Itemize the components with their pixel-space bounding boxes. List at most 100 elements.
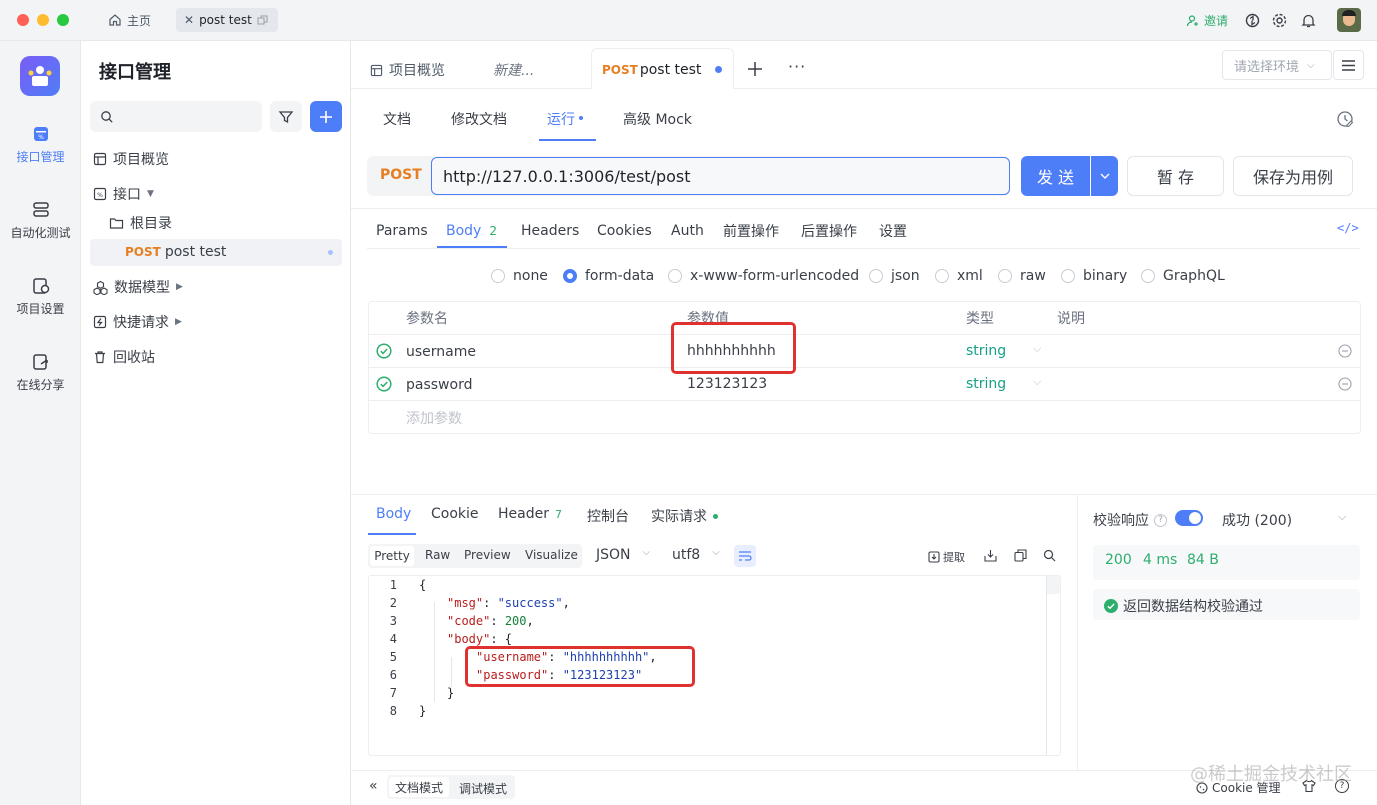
response-tab-body[interactable]: Body bbox=[376, 506, 411, 522]
response-tab-header[interactable]: Header 7 bbox=[498, 506, 562, 522]
view-visualize-button[interactable]: Visualize bbox=[525, 548, 578, 562]
view-preview-button[interactable]: Preview bbox=[464, 548, 511, 562]
close-window-button[interactable] bbox=[17, 14, 29, 26]
radio-circle bbox=[869, 269, 883, 283]
view-raw-button[interactable]: Raw bbox=[425, 548, 450, 562]
scrollbar-thumb[interactable] bbox=[1047, 576, 1060, 594]
response-tab-cookie[interactable]: Cookie bbox=[431, 506, 479, 522]
remove-circle-icon[interactable] bbox=[1338, 377, 1352, 391]
tab-project-overview[interactable]: 项目概览 bbox=[370, 52, 445, 88]
save-as-case-button[interactable]: 保存为用例 bbox=[1233, 156, 1353, 196]
active-window-tab[interactable]: ✕ post test bbox=[176, 8, 278, 32]
more-tabs-icon[interactable]: ··· bbox=[788, 57, 806, 76]
rail-item-automation[interactable]: 自动化测试 bbox=[0, 200, 81, 241]
zoom-window-button[interactable] bbox=[57, 14, 69, 26]
tab-headers[interactable]: Headers bbox=[521, 214, 579, 248]
search-input[interactable] bbox=[90, 101, 262, 132]
param-name-password[interactable]: password bbox=[406, 375, 472, 395]
subtab-run[interactable]: 运行 bbox=[547, 109, 575, 129]
response-tab-console[interactable]: 控制台 bbox=[587, 506, 629, 526]
rail-item-api[interactable]: % 接口管理 bbox=[0, 124, 81, 165]
subtab-edit-doc[interactable]: 修改文档 bbox=[451, 109, 507, 129]
tree-item-root-folder[interactable]: 根目录 bbox=[109, 211, 172, 235]
param-name-username[interactable]: username bbox=[406, 342, 476, 362]
status-select[interactable]: 成功 (200) bbox=[1222, 510, 1292, 530]
copy-icon[interactable] bbox=[1014, 549, 1027, 562]
home-tab[interactable]: 主页 bbox=[100, 8, 159, 32]
subtab-doc[interactable]: 文档 bbox=[383, 109, 411, 129]
method-select[interactable]: POST bbox=[380, 167, 422, 183]
send-dropdown-button[interactable] bbox=[1091, 156, 1118, 196]
radio-binary[interactable]: binary bbox=[1061, 266, 1127, 286]
sync-icon[interactable] bbox=[1244, 12, 1261, 29]
url-input[interactable]: http://127.0.0.1:3006/test/post bbox=[431, 157, 1010, 195]
tree-item-trash[interactable]: 回收站 bbox=[93, 345, 155, 369]
rail-item-share[interactable]: 在线分享 bbox=[0, 352, 81, 393]
tree-item-api[interactable]: % 接口 ▼ bbox=[93, 182, 154, 206]
wrap-toggle-button[interactable] bbox=[734, 545, 756, 567]
new-tab-plus-icon[interactable] bbox=[747, 61, 763, 77]
tab-body[interactable]: Body 2 bbox=[446, 214, 497, 248]
copy-icon[interactable] bbox=[257, 15, 268, 26]
tab-auth[interactable]: Auth bbox=[671, 214, 704, 248]
invite-button[interactable]: 邀请 bbox=[1186, 12, 1228, 29]
tab-params[interactable]: Params bbox=[376, 214, 428, 248]
gear-icon[interactable] bbox=[1271, 12, 1288, 29]
tree-item-overview[interactable]: 项目概览 bbox=[93, 147, 169, 171]
check-circle-icon[interactable] bbox=[376, 343, 392, 359]
validate-toggle[interactable] bbox=[1175, 510, 1203, 526]
format-select[interactable]: JSON ⌵ bbox=[596, 547, 650, 563]
environment-select[interactable]: 请选择环境 ⌵ bbox=[1222, 50, 1332, 80]
bell-icon[interactable] bbox=[1300, 12, 1317, 29]
send-button[interactable]: 发 送 bbox=[1021, 156, 1090, 196]
minimize-window-button[interactable] bbox=[37, 14, 49, 26]
chevron-down-icon[interactable]: ⌵ bbox=[1338, 510, 1346, 524]
remove-circle-icon[interactable] bbox=[1338, 344, 1352, 358]
radio-raw[interactable]: raw bbox=[998, 266, 1046, 286]
save-button[interactable]: 暂 存 bbox=[1127, 156, 1224, 196]
debug-mode-button[interactable]: 调试模式 bbox=[459, 780, 507, 797]
add-button[interactable] bbox=[310, 101, 342, 132]
active-tab-label: post test bbox=[199, 13, 252, 27]
tree-item-quick-request[interactable]: 快捷请求 ▶ bbox=[93, 310, 182, 334]
tree-item-data-models[interactable]: 数据模型 ▶ bbox=[93, 275, 183, 299]
radio-xml[interactable]: xml bbox=[935, 266, 983, 286]
param-type-username[interactable]: string bbox=[966, 341, 1006, 361]
menu-button[interactable] bbox=[1333, 50, 1364, 80]
tab-post-operations[interactable]: 后置操作 bbox=[801, 214, 857, 248]
editor-scrollbar[interactable] bbox=[1046, 576, 1047, 755]
avatar[interactable] bbox=[1337, 8, 1361, 32]
radio-none[interactable]: none bbox=[491, 266, 548, 286]
chevron-down-icon[interactable]: ⌵ bbox=[1033, 342, 1041, 356]
doc-mode-button[interactable]: 文档模式 bbox=[389, 777, 449, 797]
help-icon[interactable]: ? bbox=[1154, 513, 1167, 527]
encoding-select[interactable]: utf8 ⌵ bbox=[672, 547, 720, 563]
tab-pre-operations[interactable]: 前置操作 bbox=[723, 214, 779, 248]
search-icon[interactable] bbox=[1043, 549, 1056, 562]
close-tab-icon[interactable]: ✕ bbox=[184, 13, 194, 27]
param-value-password[interactable]: 123123123 bbox=[687, 374, 767, 394]
response-tab-actual-request[interactable]: 实际请求 bbox=[651, 506, 718, 526]
tab-cookies[interactable]: Cookies bbox=[597, 214, 652, 248]
app-logo bbox=[20, 56, 60, 96]
radio-x-www-form-urlencoded[interactable]: x-www-form-urlencoded bbox=[668, 266, 859, 286]
code-view-icon[interactable]: </> bbox=[1337, 221, 1359, 235]
download-icon[interactable] bbox=[984, 549, 997, 562]
tab-settings[interactable]: 设置 bbox=[879, 214, 907, 248]
add-param-input[interactable]: 添加参数 bbox=[406, 408, 462, 428]
check-circle-icon[interactable] bbox=[376, 376, 392, 392]
radio-json[interactable]: json bbox=[869, 266, 920, 286]
extract-button[interactable]: 提取 bbox=[928, 549, 965, 565]
filter-button[interactable] bbox=[270, 101, 302, 132]
view-pretty-button[interactable]: Pretty bbox=[370, 546, 414, 566]
history-edit-icon[interactable] bbox=[1336, 110, 1354, 128]
radio-graphql[interactable]: GraphQL bbox=[1141, 266, 1225, 286]
param-type-password[interactable]: string bbox=[966, 374, 1006, 394]
extract-label: 提取 bbox=[943, 551, 965, 564]
radio-form-data[interactable]: form-data bbox=[563, 266, 654, 286]
subtab-advanced-mock[interactable]: 高级 Mock bbox=[623, 109, 692, 129]
tab-new[interactable]: 新建... bbox=[493, 52, 534, 88]
rail-item-project-settings[interactable]: 项目设置 bbox=[0, 276, 81, 317]
collapse-icon[interactable]: « bbox=[369, 778, 378, 794]
chevron-down-icon[interactable]: ⌵ bbox=[1033, 375, 1041, 389]
